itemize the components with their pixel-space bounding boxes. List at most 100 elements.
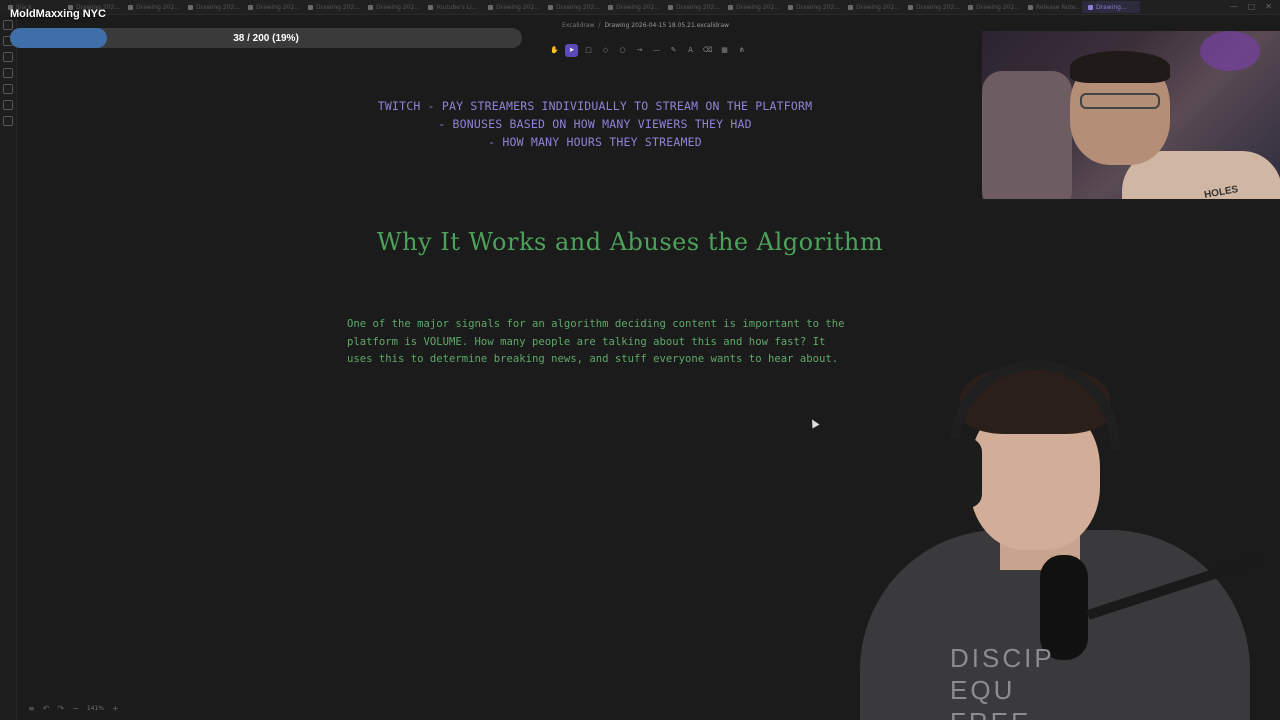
zoom-level[interactable]: 141% [87, 705, 104, 712]
tab-favicon-icon [548, 4, 553, 10]
image-icon[interactable]: ▦ [718, 44, 731, 57]
browser-tab[interactable]: Drawing 202... [242, 1, 300, 13]
tab-label: Drawing 202... [976, 3, 1020, 11]
zoom-out-icon[interactable]: − [72, 704, 79, 713]
browser-tab[interactable]: Drawing 202... [602, 1, 660, 13]
graph-icon[interactable] [3, 52, 13, 62]
tab-favicon-icon [128, 4, 133, 10]
redo-icon[interactable]: ↷ [57, 704, 64, 713]
text-icon[interactable]: A [684, 44, 697, 57]
browser-tab[interactable]: Release Note... [1022, 1, 1080, 13]
host-webcam: DISCIP EQU FREE [850, 360, 1280, 720]
canvas-bottom-controls: ≡ ↶ ↷ − 141% + [28, 701, 119, 715]
twitch-line: - BONUSES BASED ON HOW MANY VIEWERS THEY… [438, 117, 752, 131]
browser-tab[interactable]: Drawing 202... [122, 1, 180, 13]
menu-icon[interactable]: ≡ [28, 704, 35, 713]
tab-label: Drawing 202... [196, 3, 240, 11]
guest-webcam: HOLES [982, 31, 1280, 199]
body-line: One of the major signals for an algorith… [347, 318, 845, 330]
minimize-icon[interactable]: — [1230, 2, 1238, 11]
tab-favicon-icon [848, 4, 853, 10]
rectangle-icon[interactable]: □ [582, 44, 595, 57]
tab-favicon-icon [428, 4, 433, 10]
browser-tab[interactable]: Drawing 202... [722, 1, 780, 13]
tab-favicon-icon [1028, 4, 1033, 10]
progress-text: 38 / 200 (19%) [233, 32, 299, 44]
browser-tab[interactable]: Drawing 202... [482, 1, 540, 13]
browser-tab[interactable]: Drawing 202... [902, 1, 960, 13]
calendar-icon[interactable] [3, 68, 13, 78]
tab-favicon-icon [1088, 4, 1093, 10]
ellipse-icon[interactable]: ○ [616, 44, 629, 57]
browser-tab[interactable]: Drawing 202... [782, 1, 840, 13]
app-name: Excalidraw [562, 21, 595, 29]
shapes-icon[interactable]: ⋔ [735, 44, 748, 57]
tab-label: Drawing 202... [556, 3, 600, 11]
canvas-icon[interactable] [3, 84, 13, 94]
drawing-toolbar: ✋ ➤ □ ◇ ○ → — ✎ A ⌫ ▦ ⋔ [548, 41, 748, 59]
goal-progress-bar: 38 / 200 (19%) [10, 28, 522, 48]
browser-tab[interactable]: Drawing 202... [302, 1, 360, 13]
tab-favicon-icon [908, 4, 913, 10]
undo-icon[interactable]: ↶ [43, 704, 50, 713]
stream-title: MoldMaxxing NYC [10, 8, 106, 20]
selection-icon[interactable]: ➤ [565, 43, 578, 57]
tab-favicon-icon [668, 4, 673, 10]
browser-tab[interactable]: Drawing 202... [182, 1, 240, 13]
tab-favicon-icon [788, 4, 793, 10]
tab-favicon-icon [968, 4, 973, 10]
browser-tab[interactable]: Drawing... [1082, 1, 1140, 13]
eraser-icon[interactable]: ⌫ [701, 44, 714, 57]
tab-favicon-icon [248, 4, 253, 10]
diamond-icon[interactable]: ◇ [599, 44, 612, 57]
browser-tab[interactable]: Drawing 202... [962, 1, 1020, 13]
shirt-line: DISCIP [950, 643, 1055, 673]
templates-icon[interactable] [3, 116, 13, 126]
tab-favicon-icon [608, 4, 613, 10]
tab-favicon-icon [188, 4, 193, 10]
close-icon[interactable]: ✕ [1265, 2, 1272, 11]
tab-favicon-icon [728, 4, 733, 10]
file-breadcrumb: Excalidraw / Drawing 2026-04-15 18.05.21… [532, 18, 972, 32]
tab-label: Drawing 202... [496, 3, 540, 11]
browser-tab[interactable]: Drawing 202... [662, 1, 720, 13]
arrow-icon[interactable]: → [633, 44, 646, 57]
body-line: uses this to determine breaking news, an… [347, 353, 839, 365]
browser-tab[interactable]: Youtube's Li... [422, 1, 480, 13]
body-line: platform is VOLUME. How many people are … [347, 335, 826, 348]
tab-favicon-icon [488, 4, 493, 10]
tab-favicon-icon [308, 4, 313, 10]
mouse-cursor-icon [808, 417, 820, 429]
tab-favicon-icon [368, 4, 373, 10]
tab-label: Drawing 202... [136, 3, 180, 11]
breadcrumb-separator: / [598, 21, 601, 29]
browser-tab-strip: Slack Drawing 202... Drawing 202... Drawing… [0, 0, 1280, 15]
browser-tab[interactable]: Drawing 202... [842, 1, 900, 13]
tab-label: Drawing 202... [376, 3, 420, 11]
twitch-line: TWITCH - PAY STREAMERS INDIVIDUALLY TO S… [377, 99, 813, 113]
pencil-icon[interactable]: ✎ [667, 44, 680, 57]
maximize-icon[interactable]: □ [1248, 2, 1256, 11]
tab-label: Drawing 202... [316, 3, 360, 11]
browser-tab[interactable]: Drawing 202... [362, 1, 420, 13]
tab-label: Drawing 202... [256, 3, 300, 11]
tab-label: Release Note... [1036, 3, 1080, 11]
host-shirt-text: DISCIP EQU FREE [950, 642, 1130, 720]
tab-label: Drawing 202... [676, 3, 720, 11]
tab-label: Drawing 202... [856, 3, 900, 11]
file-name: Drawing 2026-04-15 18.05.21.excalidraw [604, 21, 729, 29]
hand-icon[interactable]: ✋ [548, 44, 561, 57]
section-heading: Why It Works and Abuses the Algorithm [376, 228, 884, 256]
tab-label: Drawing 202... [796, 3, 840, 11]
tab-label: Drawing 202... [616, 3, 660, 11]
line-icon[interactable]: — [650, 44, 663, 57]
terminal-icon[interactable] [3, 100, 13, 110]
shirt-line: EQU [950, 675, 1016, 705]
tab-label: Drawing 202... [736, 3, 780, 11]
tab-label: Youtube's Li... [436, 3, 478, 11]
browser-tab[interactable]: Drawing 202... [542, 1, 600, 13]
twitch-line: - HOW MANY HOURS THEY STREAMED [488, 135, 702, 149]
shirt-line: FREE [950, 706, 1130, 720]
left-ribbon [0, 14, 17, 720]
zoom-in-icon[interactable]: + [112, 704, 119, 713]
